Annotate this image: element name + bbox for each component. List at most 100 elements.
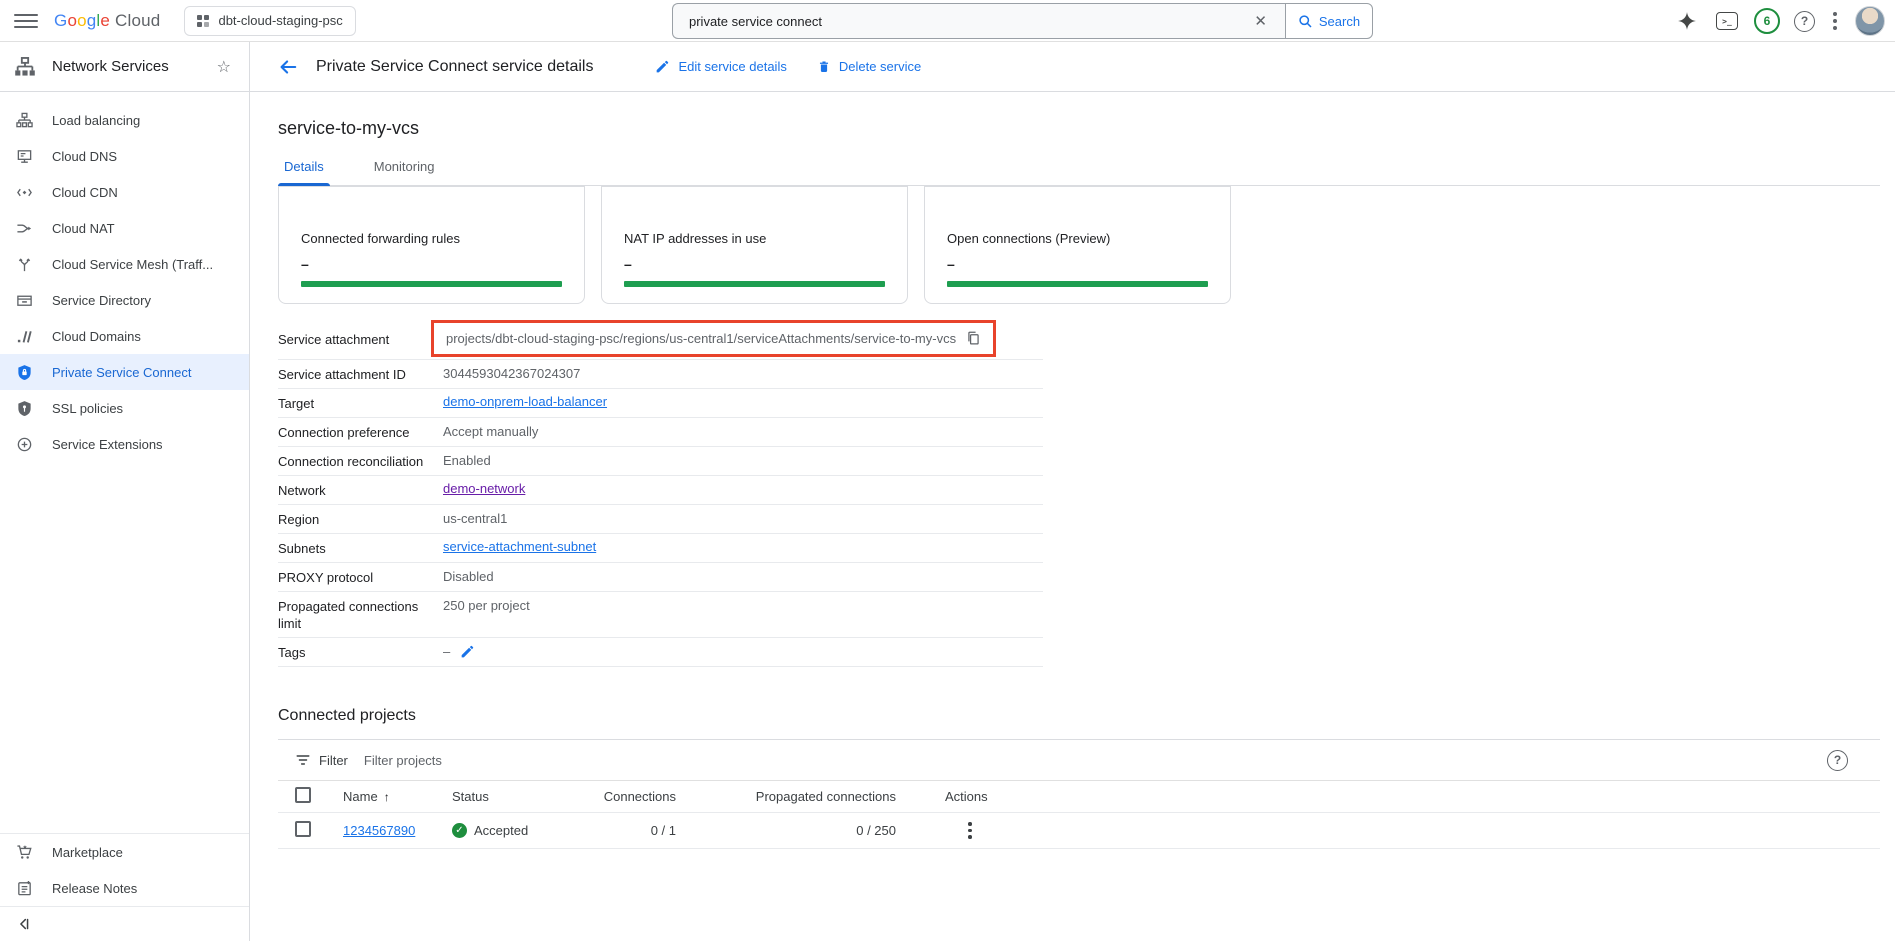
- menu-icon[interactable]: [14, 9, 38, 33]
- collapse-sidebar-button[interactable]: [0, 907, 249, 941]
- column-header-name[interactable]: Name: [343, 789, 378, 804]
- project-link[interactable]: 1234567890: [343, 823, 415, 838]
- sidebar-item-label: Service Directory: [52, 293, 151, 308]
- column-header-connections[interactable]: Connections: [582, 789, 676, 804]
- search-field[interactable]: ✕: [672, 3, 1285, 39]
- search-button[interactable]: Search: [1285, 3, 1373, 39]
- sidebar-item-label: Cloud NAT: [52, 221, 115, 236]
- filter-icon: [295, 752, 311, 768]
- filter-projects-input[interactable]: [364, 753, 664, 768]
- card-connected-forwarding-rules: Connected forwarding rules –: [278, 186, 585, 304]
- sidebar-item-cloud-dns[interactable]: Cloud DNS: [0, 138, 249, 174]
- select-all-checkbox[interactable]: [295, 787, 311, 803]
- card-sparkline: [301, 281, 562, 287]
- back-button[interactable]: [274, 53, 302, 81]
- detail-row-tags: Tags –: [278, 638, 1043, 667]
- cloud-domains-icon: [14, 328, 34, 345]
- edit-service-details-label: Edit service details: [678, 59, 786, 74]
- subnet-link[interactable]: service-attachment-subnet: [443, 539, 596, 554]
- trash-icon: [817, 59, 831, 74]
- logo-letter: G: [54, 11, 67, 31]
- sidebar-item-label: Load balancing: [52, 113, 140, 128]
- detail-label: Target: [278, 394, 443, 412]
- search-input[interactable]: [689, 14, 1246, 29]
- sidebar-item-ssl-policies[interactable]: SSL policies: [0, 390, 249, 426]
- service-name: service-to-my-vcs: [278, 118, 1880, 139]
- tab-monitoring[interactable]: Monitoring: [368, 159, 441, 185]
- more-options-icon[interactable]: [1829, 8, 1841, 34]
- sidebar-item-marketplace[interactable]: Marketplace: [0, 834, 249, 870]
- page-header: Private Service Connect service details …: [250, 42, 1895, 91]
- detail-value: Disabled: [443, 568, 494, 585]
- sort-ascending-icon[interactable]: ↑: [384, 790, 390, 804]
- search-icon: [1298, 14, 1313, 29]
- avatar[interactable]: [1855, 6, 1885, 36]
- card-value: –: [301, 256, 562, 272]
- copy-icon[interactable]: [966, 331, 981, 346]
- notifications-count: 6: [1764, 14, 1771, 28]
- annotation-highlight-box: projects/dbt-cloud-staging-psc/regions/u…: [431, 320, 996, 357]
- sidebar-item-cloud-service-mesh[interactable]: Cloud Service Mesh (Traff...: [0, 246, 249, 282]
- sidebar-item-load-balancing[interactable]: Load balancing: [0, 102, 249, 138]
- logo-letter: e: [100, 11, 110, 31]
- connected-projects-heading: Connected projects: [278, 707, 1880, 725]
- network-link[interactable]: demo-network: [443, 481, 525, 496]
- sidebar-item-label: Cloud Service Mesh (Traff...: [52, 257, 213, 272]
- target-link[interactable]: demo-onprem-load-balancer: [443, 394, 607, 409]
- sidebar-item-label: Private Service Connect: [52, 365, 191, 380]
- cloud-nat-icon: [14, 220, 34, 237]
- cloud-shell-icon[interactable]: >_: [1714, 8, 1740, 34]
- detail-row-connection-reconciliation: Connection reconciliation Enabled: [278, 447, 1043, 476]
- sidebar: Load balancing Cloud DNS Cloud CDN Cloud…: [0, 92, 250, 941]
- sidebar-item-release-notes[interactable]: Release Notes: [0, 870, 249, 906]
- gemini-icon[interactable]: [1674, 8, 1700, 34]
- detail-label: Subnets: [278, 539, 443, 557]
- favorite-star-icon[interactable]: ☆: [213, 57, 235, 77]
- product-title: Network Services: [52, 58, 169, 75]
- detail-label: Connection preference: [278, 423, 443, 441]
- table-help-icon[interactable]: ?: [1827, 750, 1848, 771]
- column-header-propagated-connections[interactable]: Propagated connections: [676, 789, 896, 804]
- project-selector-label: dbt-cloud-staging-psc: [218, 13, 342, 28]
- sidebar-item-service-directory[interactable]: Service Directory: [0, 282, 249, 318]
- sidebar-item-cloud-domains[interactable]: Cloud Domains: [0, 318, 249, 354]
- card-label: Open connections (Preview): [947, 231, 1208, 246]
- logo-letter: o: [67, 11, 77, 31]
- service-extensions-icon: [14, 436, 34, 453]
- sidebar-item-cloud-cdn[interactable]: Cloud CDN: [0, 174, 249, 210]
- detail-label: Propagated connections limit: [278, 597, 443, 632]
- delete-service-button[interactable]: Delete service: [817, 59, 921, 74]
- row-actions-menu-icon[interactable]: [963, 817, 977, 844]
- main-content: service-to-my-vcs Details Monitoring Con…: [250, 92, 1895, 941]
- detail-row-proxy-protocol: PROXY protocol Disabled: [278, 563, 1043, 592]
- page-header-bar: Network Services ☆ Private Service Conne…: [0, 42, 1895, 92]
- column-header-status[interactable]: Status: [438, 789, 582, 804]
- sidebar-item-service-extensions[interactable]: Service Extensions: [0, 426, 249, 462]
- help-icon[interactable]: ?: [1794, 11, 1815, 32]
- connected-projects-panel: Filter ? Name ↑ Status Connections Propa…: [278, 739, 1880, 849]
- sidebar-item-private-service-connect[interactable]: Private Service Connect: [0, 354, 249, 390]
- sidebar-item-cloud-nat[interactable]: Cloud NAT: [0, 210, 249, 246]
- detail-row-service-attachment: Service attachment projects/dbt-cloud-st…: [278, 318, 1043, 360]
- card-value: –: [624, 256, 885, 272]
- clear-search-icon[interactable]: ✕: [1246, 8, 1275, 34]
- search-button-label: Search: [1319, 14, 1360, 29]
- delete-service-label: Delete service: [839, 59, 921, 74]
- edit-tags-icon[interactable]: [460, 644, 475, 659]
- project-selector[interactable]: dbt-cloud-staging-psc: [184, 6, 355, 36]
- status-accepted-icon: ✓: [452, 823, 467, 838]
- table-row: 1234567890 ✓ Accepted 0 / 1 0 / 250: [278, 813, 1880, 849]
- notifications-badge[interactable]: 6: [1754, 8, 1780, 34]
- cloud-dns-icon: [14, 148, 34, 165]
- load-balancing-icon: [14, 112, 34, 129]
- sidebar-item-label: Service Extensions: [52, 437, 163, 452]
- edit-service-details-button[interactable]: Edit service details: [655, 59, 786, 74]
- detail-value: Accept manually: [443, 423, 538, 440]
- card-open-connections: Open connections (Preview) –: [924, 186, 1231, 304]
- tab-details[interactable]: Details: [278, 159, 330, 185]
- detail-label: Service attachment ID: [278, 365, 443, 383]
- row-checkbox[interactable]: [295, 821, 311, 837]
- network-services-icon: [14, 56, 36, 78]
- detail-label: Service attachment: [278, 330, 443, 348]
- sidebar-nav: Load balancing Cloud DNS Cloud CDN Cloud…: [0, 92, 249, 462]
